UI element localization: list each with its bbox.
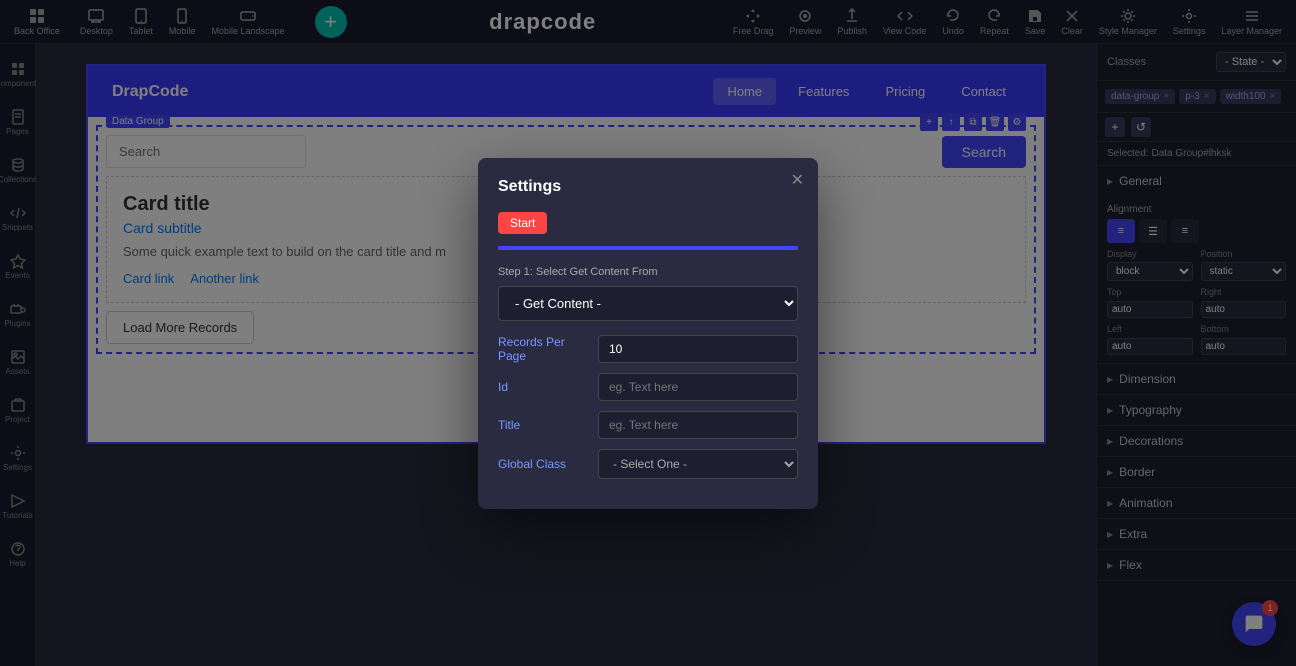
id-label: Id [498,380,588,394]
modal-title: Settings [498,178,798,196]
modal-close-btn[interactable]: ✕ [791,170,804,190]
modal-overlay: Settings ✕ Start Step 1: Select Get Cont… [0,0,1296,666]
global-class-row: Global Class - Select One - [498,449,798,479]
records-per-page-row: Records Per Page [498,335,798,363]
records-per-page-input[interactable] [598,335,798,363]
global-class-select[interactable]: - Select One - [598,449,798,479]
modal-step-label: Step 1: Select Get Content From [498,266,798,278]
id-row: Id [498,373,798,401]
modal-progress-bar [498,246,798,250]
modal-content-select[interactable]: - Get Content - [498,286,798,321]
settings-modal: Settings ✕ Start Step 1: Select Get Cont… [478,158,818,509]
title-input[interactable] [598,411,798,439]
records-per-page-label: Records Per Page [498,335,588,363]
modal-start-btn[interactable]: Start [498,212,547,234]
id-input[interactable] [598,373,798,401]
title-label: Title [498,418,588,432]
title-row: Title [498,411,798,439]
global-class-label: Global Class [498,457,588,471]
